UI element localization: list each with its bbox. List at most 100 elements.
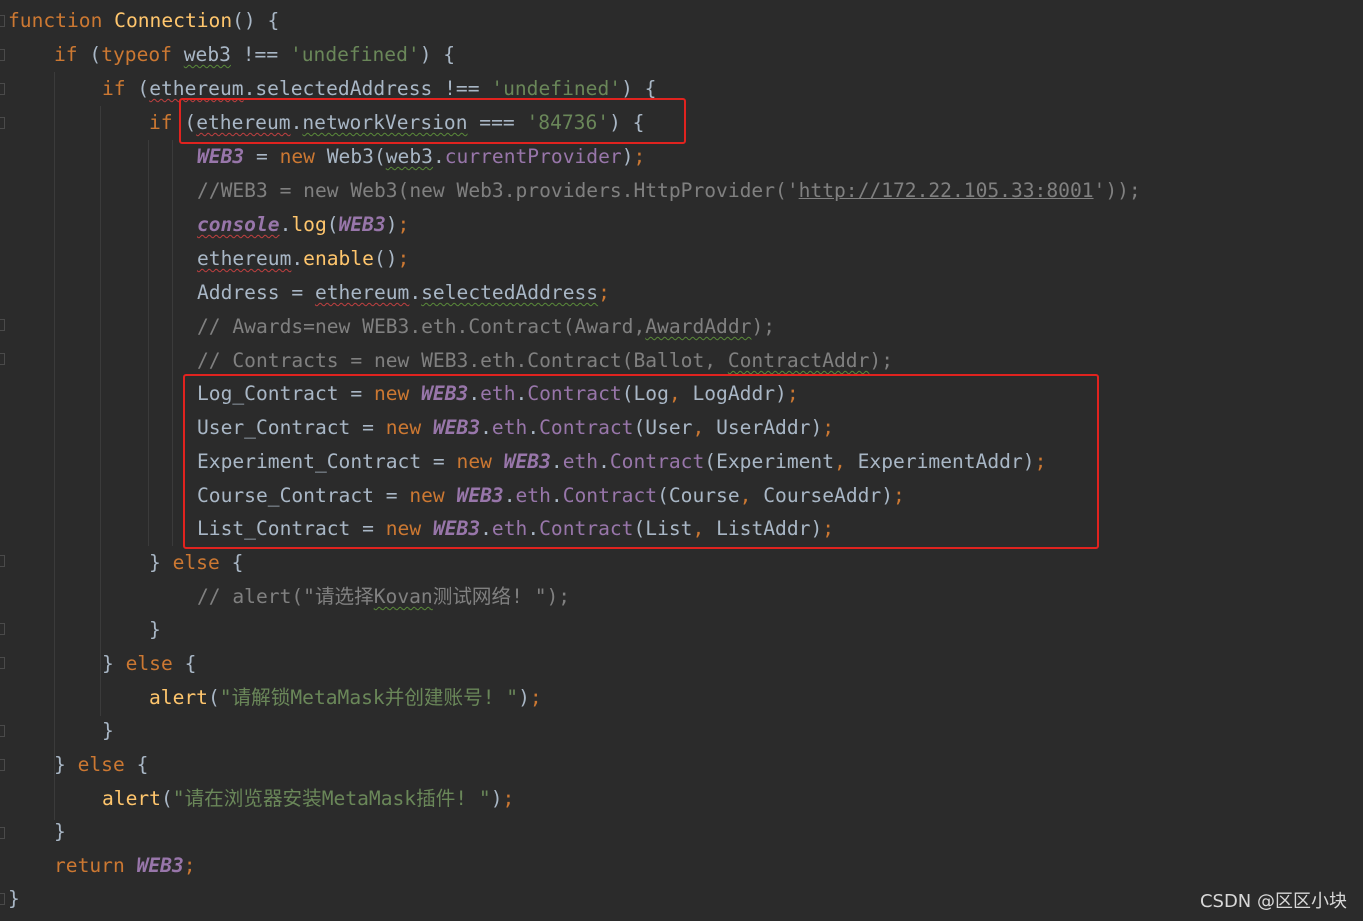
semicolon: ; <box>183 854 196 877</box>
fold-marker[interactable] <box>0 827 5 839</box>
semicolon: ; <box>397 213 410 236</box>
code-line-10[interactable]: // Awards=new WEB3.eth.Contract(Award,Aw… <box>197 310 775 344</box>
code-line-6[interactable]: //WEB3 = new Web3(new Web3.providers.Htt… <box>197 174 1141 208</box>
fold-marker[interactable] <box>0 555 5 567</box>
comment: ); <box>869 349 893 372</box>
code-line-23[interactable]: } else { <box>54 748 148 782</box>
fold-marker[interactable] <box>0 657 5 669</box>
code-line-19[interactable]: } <box>149 613 161 647</box>
code-line-25[interactable]: } <box>54 815 66 849</box>
global-web3: WEB3 <box>197 145 245 168</box>
object-ethereum: ethereum <box>314 281 410 304</box>
punct: ) <box>490 787 503 810</box>
method-log: log <box>291 213 327 236</box>
punct: ) { <box>419 43 456 66</box>
variable-address: Address <box>197 281 280 304</box>
fold-marker[interactable] <box>0 15 5 27</box>
comment: // Contracts = new WEB3.eth.Contract(Bal… <box>197 349 728 372</box>
code-line-18[interactable]: // alert("请选择Kovan测试网络! "); <box>197 580 570 614</box>
punct: ( <box>77 43 102 66</box>
code-line-11[interactable]: // Contracts = new WEB3.eth.Contract(Bal… <box>197 344 893 378</box>
keyword-new: new <box>279 145 315 168</box>
semicolon: ; <box>397 247 410 270</box>
keyword-else: else <box>125 652 173 675</box>
global-console: console <box>197 213 280 236</box>
fold-marker[interactable] <box>0 83 5 95</box>
string-literal: 'undefined' <box>289 43 420 66</box>
code-line-7[interactable]: console.log(WEB3); <box>197 208 409 242</box>
punct: { <box>219 551 244 574</box>
punct: { <box>172 652 197 675</box>
fold-marker[interactable] <box>0 117 5 129</box>
code-line-1[interactable]: function Connection() { <box>8 4 279 38</box>
comment: // alert("请选择 <box>197 585 374 608</box>
fold-marker[interactable] <box>0 49 5 61</box>
punct: ) <box>385 213 398 236</box>
comment: //WEB3 = new Web3(new Web3.providers.Htt… <box>197 179 799 202</box>
punct: ( <box>326 213 339 236</box>
punct: } <box>8 887 20 910</box>
argument: web3 <box>385 145 433 168</box>
comment-url-link[interactable]: http://172.22.105.33:8001 <box>799 179 1094 202</box>
fold-marker[interactable] <box>0 319 5 331</box>
code-line-21[interactable]: alert("请解锁MetaMask并创建账号! "); <box>149 681 542 715</box>
string-literal: "请解锁MetaMask并创建账号! " <box>219 686 519 709</box>
code-line-8[interactable]: ethereum.enable(); <box>197 242 409 276</box>
function-alert: alert <box>102 787 161 810</box>
comment: ')); <box>1093 179 1141 202</box>
operator: = <box>244 145 280 168</box>
highlight-box-network-check <box>179 98 686 144</box>
code-line-26[interactable]: return WEB3; <box>54 849 196 883</box>
code-line-2[interactable]: if (typeof web3 !== 'undefined') { <box>54 38 455 72</box>
fold-marker[interactable] <box>0 353 5 365</box>
code-line-24[interactable]: alert("请在浏览器安装MetaMask插件! "); <box>102 782 514 816</box>
keyword-if: if <box>54 43 78 66</box>
code-line-17[interactable]: } else { <box>149 546 243 580</box>
punct: ) <box>621 145 634 168</box>
punct: . <box>279 213 292 236</box>
function-alert: alert <box>149 686 208 709</box>
method-enable: enable <box>303 247 374 270</box>
punct: { <box>124 753 149 776</box>
operator: = <box>279 281 315 304</box>
code-line-20[interactable]: } else { <box>102 647 196 681</box>
fold-marker[interactable] <box>0 893 5 905</box>
highlight-box-contract-init <box>183 374 1099 549</box>
semicolon: ; <box>598 281 610 304</box>
object-ethereum: ethereum <box>149 77 244 100</box>
semicolon: ; <box>529 686 542 709</box>
semicolon: ; <box>633 145 646 168</box>
code-line-5[interactable]: WEB3 = new Web3(web3.currentProvider); <box>197 140 645 174</box>
keyword-else: else <box>77 753 125 776</box>
property: currentProvider <box>444 145 622 168</box>
string-literal: 'undefined' <box>491 77 622 100</box>
keyword-return: return <box>54 854 125 877</box>
punct: } <box>102 719 114 742</box>
code-line-27[interactable]: } <box>8 882 20 916</box>
operator: !== <box>432 77 492 100</box>
punct: } <box>149 618 161 641</box>
keyword-function: function <box>8 9 103 32</box>
string-literal: "请在浏览器安装MetaMask插件! " <box>172 787 491 810</box>
variable-web3: web3 <box>183 43 231 66</box>
code-line-22[interactable]: } <box>102 714 114 748</box>
fold-marker[interactable] <box>0 759 5 771</box>
indent-guide <box>148 140 149 546</box>
code-line-9[interactable]: Address = ethereum.selectedAddress; <box>197 276 610 310</box>
punct: } <box>54 753 78 776</box>
punct: } <box>54 820 66 843</box>
global-web3: WEB3 <box>136 854 184 877</box>
fold-marker[interactable] <box>0 725 5 737</box>
punct: () { <box>232 9 280 32</box>
property: selectedAddress <box>421 281 599 304</box>
watermark-text: CSDN @区区小块 <box>1199 891 1347 912</box>
punct: } <box>149 551 173 574</box>
property: selectedAddress <box>255 77 433 100</box>
fold-marker[interactable] <box>0 623 5 635</box>
code-editor[interactable]: function Connection() { if (typeof web3 … <box>0 0 1363 921</box>
comment: AwardAddr <box>645 315 752 338</box>
punct: ( <box>207 686 220 709</box>
punct: . <box>291 247 304 270</box>
semicolon: ; <box>502 787 515 810</box>
